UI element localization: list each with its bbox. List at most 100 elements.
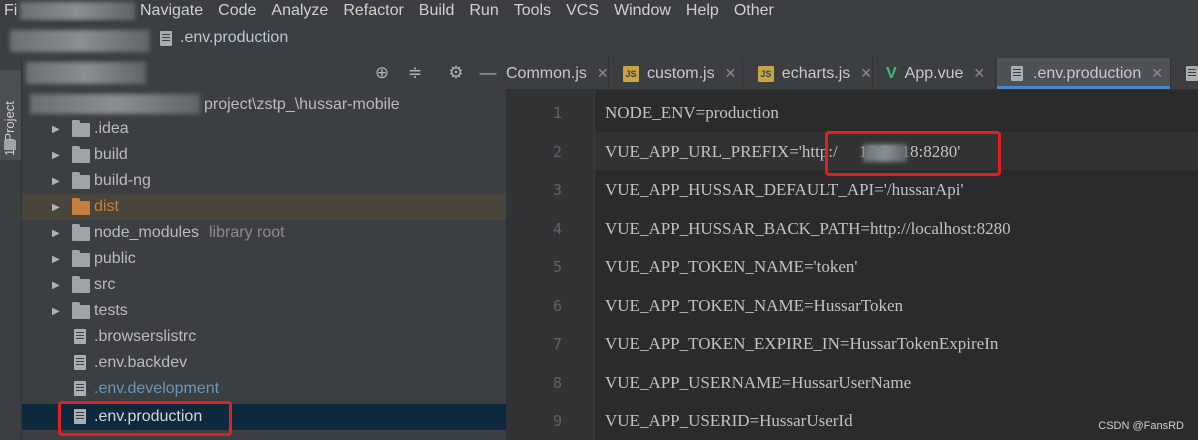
highlight-box [825, 131, 1001, 176]
expand-arrow-icon[interactable]: ▶ [52, 280, 62, 291]
expand-arrow-icon[interactable]: ▶ [52, 228, 62, 239]
line-number: 5 [552, 258, 562, 276]
expand-arrow-icon[interactable]: ▶ [52, 202, 62, 213]
folder-icon [4, 140, 16, 150]
tree-item-label: .env.backdev [94, 354, 188, 371]
menu-code[interactable]: Code [218, 0, 256, 22]
folder-icon [72, 224, 90, 241]
expand-arrow-icon[interactable]: ▶ [52, 124, 62, 135]
tab-label: App.vue [904, 64, 964, 82]
breadcrumb-file[interactable]: .env.production [160, 29, 288, 47]
menu-window[interactable]: Window [614, 0, 671, 22]
close-icon[interactable]: ✕ [597, 65, 609, 82]
tree-item-env-development[interactable]: .env.development [22, 376, 506, 402]
line-number: 1 [552, 104, 562, 122]
code-line[interactable]: VUE_APP_USERID=HussarUserId [605, 411, 853, 431]
code-line[interactable]: NODE_ENV=production [605, 103, 779, 123]
line-number: 6 [552, 297, 562, 315]
tree-item-label: .browserslistrc [94, 328, 197, 345]
tree-item-dist[interactable]: ▶ dist [22, 194, 506, 220]
line-number: 2 [552, 143, 562, 161]
close-icon[interactable]: ✕ [1151, 65, 1163, 82]
expand-arrow-icon[interactable]: ▶ [52, 150, 62, 161]
crosshair-icon[interactable]: ⊕ [372, 63, 392, 83]
menu-tools[interactable]: Tools [514, 0, 551, 22]
minimize-icon[interactable]: — [478, 63, 498, 83]
tree-item-label: node_modules [94, 224, 199, 241]
tree-item-build[interactable]: ▶ build [22, 142, 506, 168]
line-number: 9 [552, 412, 562, 430]
menu-build[interactable]: Build [419, 0, 455, 22]
folder-icon [72, 146, 90, 163]
code-line[interactable]: VUE_APP_HUSSAR_BACK_PATH=http://localhos… [605, 219, 1011, 239]
project-panel: ⊕ ≑ ⚙ — project\zstp_\hussar-mobile ▶ .i… [22, 58, 506, 440]
menu-analyze[interactable]: Analyze [271, 0, 328, 22]
tree-item-label: public [94, 250, 136, 267]
project-path: project\zstp_\hussar-mobile [204, 96, 400, 113]
menu-navigate[interactable]: Navigate [140, 0, 203, 22]
expand-arrow-icon[interactable]: ▶ [52, 176, 62, 187]
tree-item-label: build-ng [94, 172, 151, 189]
file-icon [74, 381, 86, 396]
tab-label: custom.js [647, 64, 715, 82]
tree-item-tests[interactable]: ▶ tests [22, 298, 506, 324]
code-line[interactable]: VUE_APP_USERNAME=HussarUserName [605, 373, 911, 393]
menu-other[interactable]: Other [734, 0, 774, 22]
code-line[interactable]: VUE_APP_TOKEN_EXPIRE_IN=HussarTokenExpir… [605, 334, 998, 354]
folder-icon [72, 250, 90, 267]
file-icon [74, 329, 86, 344]
tree-item-node-modules[interactable]: ▶ node_modules library root [22, 220, 506, 246]
tree-item-build-ng[interactable]: ▶ build-ng [22, 168, 506, 194]
code-line[interactable]: VUE_APP_TOKEN_NAME='token' [605, 257, 857, 277]
expand-arrow-icon[interactable]: ▶ [52, 254, 62, 265]
menu-vcs[interactable]: VCS [566, 0, 599, 22]
tool-window-stripe: 1: Project [0, 58, 22, 440]
folder-icon [72, 302, 90, 319]
close-icon[interactable]: ✕ [860, 65, 872, 82]
tab-echarts-js[interactable]: JS echarts.js ✕ [744, 58, 873, 89]
tree-item-label: src [94, 276, 116, 293]
line-number: 8 [552, 374, 562, 392]
tab-overflow[interactable] [1172, 58, 1198, 89]
tab-app-vue[interactable]: V App.vue ✕ [874, 58, 996, 89]
tab-custom-js[interactable]: JS custom.js ✕ [609, 58, 743, 89]
folder-icon [72, 120, 90, 137]
blurred-region [30, 94, 200, 114]
file-icon [1011, 66, 1023, 81]
file-icon [160, 30, 172, 46]
line-number: 4 [552, 220, 562, 238]
tree-item-browserslistrc[interactable]: .browserslistrc [22, 324, 506, 350]
code-editor[interactable]: NODE_ENV=production VUE_APP_URL_PREFIX='… [595, 90, 1198, 440]
highlight-box [58, 401, 232, 436]
js-file-icon: JS [758, 65, 774, 82]
tree-item-public[interactable]: ▶ public [22, 246, 506, 272]
menu-run[interactable]: Run [469, 0, 498, 22]
project-root-row[interactable]: project\zstp_\hussar-mobile [22, 92, 506, 118]
tree-item-label: .idea [94, 120, 129, 137]
expand-arrow-icon[interactable]: ▶ [52, 306, 62, 317]
library-root-note: library root [209, 224, 285, 241]
tab-label: echarts.js [781, 64, 851, 82]
tree-item-src[interactable]: ▶ src [22, 272, 506, 298]
folder-icon [72, 198, 90, 215]
folder-icon [72, 276, 90, 293]
navigation-bar: .env.production [0, 22, 1198, 59]
watermark: CSDN @FansRD [1098, 420, 1184, 432]
collapse-all-icon[interactable]: ≑ [405, 63, 425, 83]
tab-env-production[interactable]: .env.production ✕ [997, 58, 1171, 89]
menu-refactor[interactable]: Refactor [343, 0, 403, 22]
menu-help[interactable]: Help [686, 0, 719, 22]
blurred-region [26, 62, 146, 84]
menu-file[interactable]: Fi [4, 0, 17, 22]
tree-item-idea[interactable]: ▶ .idea [22, 116, 506, 142]
gear-icon[interactable]: ⚙ [446, 63, 466, 83]
tab-label: Common.js [506, 64, 587, 82]
close-icon[interactable]: ✕ [725, 65, 737, 82]
tree-item-env-backdev[interactable]: .env.backdev [22, 350, 506, 376]
code-line[interactable]: VUE_APP_HUSSAR_DEFAULT_API='/hussarApi' [605, 180, 964, 200]
code-line[interactable]: VUE_APP_TOKEN_NAME=HussarToken [605, 296, 903, 316]
close-icon[interactable]: ✕ [973, 65, 985, 82]
breadcrumb-label: .env.production [180, 29, 289, 46]
tab-label: .env.production [1033, 64, 1142, 82]
tab-common-js[interactable]: Common.js ✕ [506, 58, 609, 89]
